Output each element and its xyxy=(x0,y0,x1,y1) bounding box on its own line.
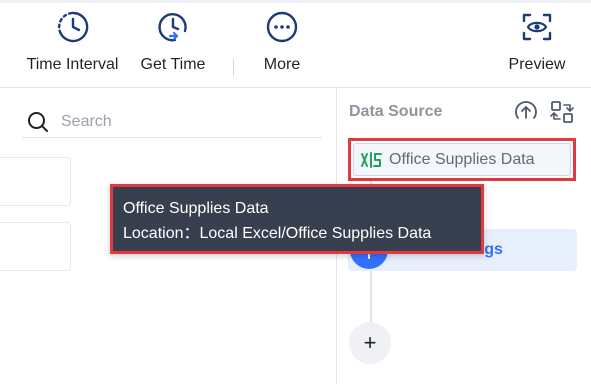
data-source-tooltip: Office Supplies Data Location：Local Exce… xyxy=(110,184,484,254)
tooltip-location-label: Location： xyxy=(123,225,200,242)
get-time-button[interactable]: Get Time xyxy=(136,10,210,80)
search-input[interactable] xyxy=(61,112,301,131)
more-icon xyxy=(266,11,298,43)
preview-label: Preview xyxy=(508,56,566,73)
more-button[interactable]: More xyxy=(259,10,305,80)
more-label: More xyxy=(263,56,301,73)
get-time-icon xyxy=(158,13,187,42)
time-interval-label: Time Interval xyxy=(26,56,119,73)
tooltip-location-row: Location：Local Excel/Office Supplies Dat… xyxy=(123,221,481,246)
add-step-button[interactable]: + xyxy=(349,322,391,364)
toolbar-separator xyxy=(233,59,234,76)
field-item[interactable] xyxy=(0,157,71,206)
field-item[interactable] xyxy=(0,222,71,271)
tooltip-name: Office Supplies Data xyxy=(123,200,269,217)
search-box[interactable] xyxy=(22,106,322,138)
data-source-title: Data Source xyxy=(349,103,443,120)
data-source-name: Office Supplies Data xyxy=(389,150,535,168)
toolbar: Time Interval Get Time More Preview xyxy=(0,0,591,88)
upload-icon[interactable] xyxy=(512,98,540,126)
search-icon xyxy=(28,111,48,132)
swap-source-icon[interactable] xyxy=(548,98,576,126)
app-window: Time Interval Get Time More Preview Sear… xyxy=(0,0,591,384)
toolbar-top-border xyxy=(0,0,591,3)
data-source-item[interactable]: Office Supplies Data xyxy=(348,138,576,181)
time-interval-button[interactable]: Time Interval xyxy=(21,10,124,80)
excel-file-icon xyxy=(361,151,382,168)
preview-icon xyxy=(522,13,552,41)
tooltip-location-value: Local Excel/Office Supplies Data xyxy=(199,225,432,242)
get-time-label: Get Time xyxy=(140,56,206,73)
preview-button[interactable]: Preview xyxy=(504,10,570,80)
time-interval-icon xyxy=(57,11,88,43)
